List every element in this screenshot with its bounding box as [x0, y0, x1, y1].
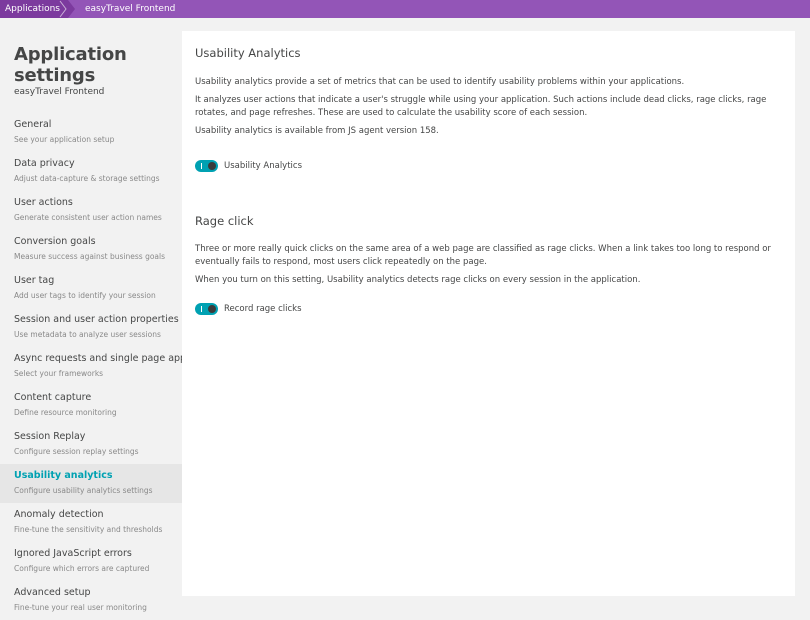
sidebar-item-ignored-js-errors[interactable]: Ignored JavaScript errors Configure which…	[0, 542, 182, 581]
sidebar-item-desc: Generate consistent user action names	[14, 213, 162, 222]
sidebar-item-label: Usability analytics	[14, 470, 113, 481]
chevron-right-icon	[59, 0, 67, 18]
page-title: Application settings	[14, 44, 127, 86]
sidebar-item-desc: Adjust data-capture & storage settings	[14, 174, 160, 183]
sidebar-item-desc: Configure usability analytics settings	[14, 486, 153, 495]
sidebar-item-content-capture[interactable]: Content capture Define resource monitorin…	[0, 386, 182, 425]
record-rage-clicks-toggle-row[interactable]: Record rage clicks	[195, 302, 782, 316]
breadcrumb-current-label: easyTravel Frontend	[84, 4, 176, 14]
sidebar-item-user-actions[interactable]: User actions Generate consistent user act…	[0, 191, 182, 230]
sidebar-item-desc: See your application setup	[14, 135, 115, 144]
toggle-knob	[208, 305, 216, 313]
sidebar-item-label: Anomaly detection	[14, 509, 104, 520]
sidebar-item-session-properties[interactable]: Session and user action properties Use me…	[0, 308, 182, 347]
sidebar-item-conversion-goals[interactable]: Conversion goals Measure success against …	[0, 230, 182, 269]
usability-description-3: Usability analytics is available from JS…	[195, 126, 439, 136]
sidebar-item-label: User tag	[14, 275, 55, 286]
sidebar-item-general[interactable]: General See your application setup	[0, 113, 182, 152]
sidebar-item-data-privacy[interactable]: Data privacy Adjust data-capture & storag…	[0, 152, 182, 191]
usability-description-1: Usability analytics provide a set of met…	[195, 77, 685, 87]
usability-analytics-toggle-row[interactable]: Usability Analytics	[195, 159, 782, 173]
sidebar-item-desc: Use metadata to analyze user sessions	[14, 330, 161, 339]
rage-click-description-2: When you turn on this setting, Usability…	[195, 275, 641, 285]
sidebar-item-desc: Measure success against business goals	[14, 252, 166, 261]
sidebar-item-desc: Add user tags to identify your session	[14, 291, 156, 300]
toggle-knob	[208, 162, 216, 170]
page-subtitle: easyTravel Frontend	[14, 87, 105, 97]
sidebar-item-label: User actions	[14, 197, 73, 208]
sidebar-item-usability-analytics[interactable]: Usability analytics Configure usability a…	[0, 464, 182, 503]
sidebar-item-label: General	[14, 119, 52, 130]
usability-description-2: It analyzes user actions that indicate a…	[195, 95, 767, 118]
sidebar-item-label: Advanced setup	[14, 587, 91, 598]
sidebar-item-label: Data privacy	[14, 158, 75, 169]
sidebar-item-label: Content capture	[14, 392, 92, 403]
record-rage-clicks-toggle[interactable]	[195, 303, 218, 315]
record-rage-clicks-toggle-label: Record rage clicks	[224, 304, 302, 314]
sidebar-item-desc: Select your frameworks	[14, 369, 104, 378]
sidebar-item-desc: Configure which errors are captured	[14, 564, 150, 573]
sidebar-item-user-tag[interactable]: User tag Add user tags to identify your s…	[0, 269, 182, 308]
section-title-usability: Usability Analytics	[195, 46, 301, 60]
breadcrumb: Applications easyTravel Frontend	[0, 0, 810, 18]
breadcrumb-current[interactable]: easyTravel Frontend	[68, 0, 175, 18]
usability-analytics-toggle[interactable]	[195, 160, 218, 172]
sidebar-item-advanced-setup[interactable]: Advanced setup Fine-tune your real user m…	[0, 581, 182, 620]
breadcrumb-applications-label: Applications	[5, 4, 60, 14]
usability-analytics-toggle-label: Usability Analytics	[224, 161, 303, 171]
rage-click-description-1: Three or more really quick clicks on the…	[195, 244, 771, 267]
settings-panel: Usability Analytics Usability analytics …	[182, 31, 795, 596]
sidebar-item-label: Ignored JavaScript errors	[14, 548, 132, 559]
sidebar-item-session-replay[interactable]: Session Replay Configure session replay s…	[0, 425, 182, 464]
sidebar-item-label: Session and user action properties	[14, 314, 179, 325]
sidebar: Application settings easyTravel Frontend…	[0, 31, 192, 620]
sidebar-item-desc: Fine-tune the sensitivity and thresholds	[14, 525, 163, 534]
toggle-on-indicator-icon	[201, 163, 202, 169]
sidebar-item-label: Session Replay	[14, 431, 86, 442]
sidebar-item-label: Conversion goals	[14, 236, 96, 247]
sidebar-item-async-requests[interactable]: Async requests and single page apps Selec…	[0, 347, 192, 386]
sidebar-item-desc: Configure session replay settings	[14, 447, 139, 456]
sidebar-item-label: Async requests and single page apps	[14, 353, 192, 364]
sidebar-item-anomaly-detection[interactable]: Anomaly detection Fine-tune the sensitivi…	[0, 503, 182, 542]
toggle-on-indicator-icon	[201, 306, 202, 312]
sidebar-item-desc: Define resource monitoring	[14, 408, 117, 417]
sidebar-nav: General See your application setup Data p…	[0, 113, 192, 620]
section-title-rage-click: Rage click	[195, 214, 254, 228]
